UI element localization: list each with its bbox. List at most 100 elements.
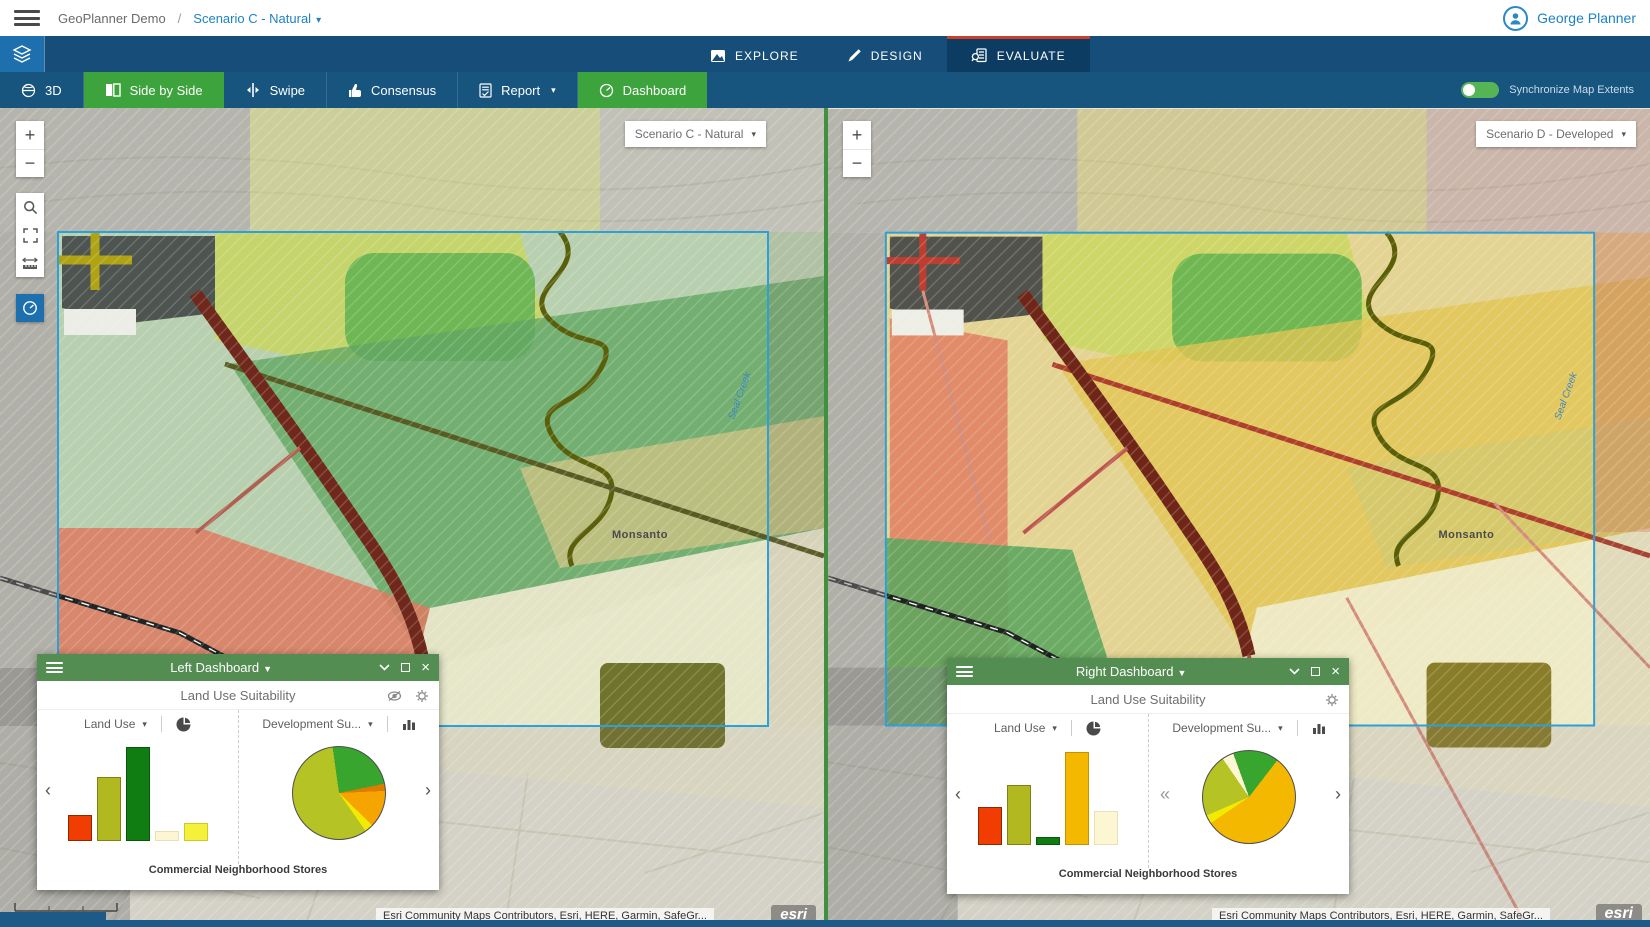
breadcrumb-separator: / (178, 11, 182, 26)
design-pencil-icon (847, 48, 862, 63)
chart-field-select[interactable]: Land Use (84, 717, 135, 731)
tab-evaluate[interactable]: EVALUATE (947, 36, 1090, 72)
chart-field-select[interactable]: Development Su... (1172, 721, 1271, 735)
bar-chart-type-icon[interactable] (1312, 722, 1326, 735)
widget-title-row: Land Use Suitability (947, 685, 1349, 714)
map-label-monsanto: Monsanto (612, 529, 668, 541)
chart-footer-label: Commercial Neighborhood Stores (947, 868, 1349, 894)
sync-extents-toggle[interactable] (1461, 82, 1499, 98)
3d-label: 3D (45, 83, 62, 98)
caret-down-icon: ▾ (142, 719, 147, 730)
pie-panel-header: Development Su... ▾ (1172, 714, 1325, 742)
user-menu[interactable]: George Planner (1503, 6, 1636, 31)
left-zoom-control: + − (16, 121, 44, 177)
suitability-pie-chart (292, 746, 386, 840)
caret-down-icon: ▾ (551, 85, 556, 96)
left-dashboard-title-dropdown[interactable]: Left Dashboard▼ (63, 660, 379, 675)
gauge-icon (599, 83, 614, 98)
dashboard-menu-icon[interactable] (956, 666, 973, 677)
nav-divider (44, 36, 45, 72)
zoom-out-button[interactable]: − (16, 149, 44, 177)
settings-gear-icon[interactable] (1325, 693, 1339, 707)
pie-chart-panel: Development Su... ▾ (238, 710, 439, 864)
widget-title: Land Use Suitability (1091, 692, 1206, 707)
right-dashboard-window: Right Dashboard▼ × Land Use Suitability … (947, 658, 1349, 894)
bar-chart-panel: Land Use ▾ (947, 714, 1148, 868)
report-button[interactable]: Report ▾ (458, 72, 578, 108)
caret-down-icon: ▾ (368, 719, 373, 730)
layers-button[interactable] (0, 36, 44, 72)
measure-tool-button[interactable] (16, 249, 44, 277)
expand-tool-button[interactable] (16, 221, 44, 249)
tab-explore[interactable]: EXPLORE (686, 36, 823, 72)
bar-chart-type-icon[interactable] (402, 718, 416, 731)
bar-chart-panel: Land Use ▾ (37, 710, 238, 864)
zoom-in-button[interactable]: + (843, 121, 871, 149)
report-label: Report (501, 83, 540, 98)
close-icon[interactable]: × (421, 660, 430, 675)
zoom-out-button[interactable]: − (843, 149, 871, 177)
side-by-side-icon (105, 83, 121, 97)
breadcrumb-app-name[interactable]: GeoPlanner Demo (58, 11, 166, 26)
map-label-monsanto: Monsanto (1439, 529, 1495, 541)
right-dashboard-header[interactable]: Right Dashboard▼ × (947, 658, 1349, 685)
consensus-thumb-icon (348, 83, 362, 98)
search-tool-button[interactable] (16, 193, 44, 221)
right-scenario-select[interactable]: Scenario D - Developed ▾ (1476, 121, 1636, 147)
dashboard-menu-icon[interactable] (46, 662, 63, 673)
chart-field-select[interactable]: Land Use (994, 721, 1045, 735)
pie-panel-header: Development Su... ▾ (262, 710, 415, 738)
user-avatar-icon (1503, 6, 1528, 31)
caret-down-icon: ▾ (1621, 129, 1626, 140)
tab-explore-label: EXPLORE (735, 49, 799, 63)
tab-design[interactable]: DESIGN (823, 36, 947, 72)
right-zoom-control: + − (843, 121, 871, 177)
carousel-prev-icon[interactable]: ‹ (45, 781, 51, 799)
carousel-prev-icon[interactable]: ‹ (955, 785, 961, 803)
carousel-next-icon[interactable]: › (1335, 785, 1341, 803)
bar-panel-header: Land Use ▾ (994, 714, 1101, 742)
pie-chart-type-icon[interactable] (1086, 721, 1101, 736)
chart-block: ‹ Land Use ▾ Development Su... (37, 710, 439, 864)
left-scenario-select[interactable]: Scenario C - Natural ▾ (625, 121, 766, 147)
carousel-next-icon[interactable]: › (425, 781, 431, 799)
sync-extents-label: Synchronize Map Extents (1509, 84, 1634, 96)
chart-block: ‹ « Land Use ▾ Development Su.. (947, 714, 1349, 868)
carousel-first-icon[interactable]: « (1160, 785, 1170, 803)
swipe-button[interactable]: Swipe (224, 72, 327, 108)
collapse-icon[interactable] (379, 664, 390, 671)
maximize-icon[interactable] (1311, 667, 1320, 676)
left-dashboard-header[interactable]: Left Dashboard▼ × (37, 654, 439, 681)
collapse-icon[interactable] (1289, 668, 1300, 675)
pie-chart-type-icon[interactable] (176, 717, 191, 732)
left-dashboard-window: Left Dashboard▼ × Land Use Suitability (37, 654, 439, 890)
caret-down-icon: ▾ (1052, 723, 1057, 734)
evaluate-toolbar: 3D Side by Side Swipe Consensus Report (0, 72, 1650, 108)
breadcrumb-scenario-dropdown[interactable]: Scenario C - Natural▾ (193, 11, 321, 26)
zoom-in-button[interactable]: + (16, 121, 44, 149)
landuse-bar-chart (978, 745, 1118, 845)
settings-gear-icon[interactable] (415, 689, 429, 703)
side-by-side-button[interactable]: Side by Side (84, 72, 224, 108)
caret-down-icon: ▾ (316, 15, 321, 26)
caret-down-icon: ▾ (751, 129, 756, 140)
3d-button[interactable]: 3D (0, 72, 84, 108)
right-dashboard-title-dropdown[interactable]: Right Dashboard▼ (973, 664, 1289, 679)
caret-down-icon: ▼ (1177, 668, 1186, 678)
side-by-side-label: Side by Side (130, 83, 203, 98)
chart-footer-label: Commercial Neighborhood Stores (37, 864, 439, 890)
chart-field-select[interactable]: Development Su... (262, 717, 361, 731)
globe-icon (21, 83, 36, 98)
dashboard-tool-button-active[interactable] (16, 294, 44, 322)
dashboard-button[interactable]: Dashboard (578, 72, 708, 108)
map-area: Monsanto Seal Creek Scenario C - Natural… (0, 108, 1650, 927)
consensus-button[interactable]: Consensus (327, 72, 458, 108)
visibility-off-icon[interactable] (387, 690, 402, 702)
explore-icon (710, 49, 726, 63)
maximize-icon[interactable] (401, 663, 410, 672)
menu-icon[interactable] (14, 10, 40, 26)
evaluate-icon (971, 48, 988, 63)
close-icon[interactable]: × (1331, 664, 1340, 679)
swipe-label: Swipe (270, 83, 305, 98)
widget-title: Land Use Suitability (181, 688, 296, 703)
